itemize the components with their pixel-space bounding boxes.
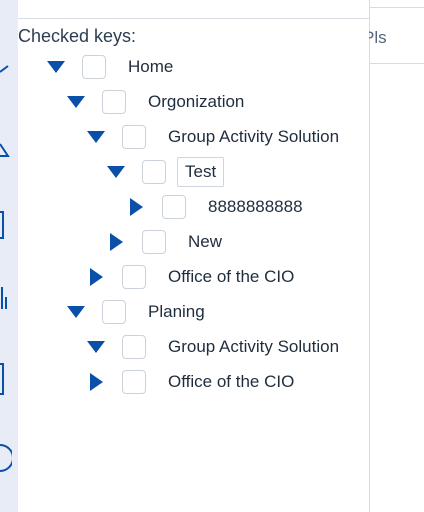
tree-node-office-of-the-cio[interactable]: Office of the CIO	[86, 262, 294, 292]
chart-icon[interactable]	[0, 285, 12, 311]
left-icon-rail	[0, 0, 18, 512]
tree-node-group-activity-solution[interactable]: Group Activity Solution	[86, 332, 339, 362]
tree-node-label[interactable]: 8888888888	[208, 197, 303, 217]
tree-node-office-of-the-cio[interactable]: Office of the CIO	[86, 367, 294, 397]
tree-node-new[interactable]: New	[106, 227, 222, 257]
tree-node-test[interactable]: Test	[106, 157, 225, 187]
tree-node-8888888888[interactable]: 8888888888	[126, 192, 303, 222]
divider	[370, 7, 424, 8]
tree-node-label[interactable]: Orgonization	[148, 92, 244, 112]
tree-node-label[interactable]: Group Activity Solution	[168, 337, 339, 357]
tree-checkbox[interactable]	[102, 90, 126, 114]
caret-right-icon[interactable]	[86, 267, 106, 287]
tree-node-home[interactable]: Home	[46, 52, 173, 82]
panel-icon[interactable]	[0, 362, 12, 396]
tree-checkbox[interactable]	[122, 335, 146, 359]
tree-checkbox[interactable]	[122, 370, 146, 394]
tree-panel: Checked keys: Home Orgonization Group Ac…	[18, 0, 369, 512]
warning-icon[interactable]	[0, 142, 12, 158]
caret-down-icon[interactable]	[66, 92, 86, 112]
caret-down-icon[interactable]	[86, 127, 106, 147]
tree-checkbox[interactable]	[142, 230, 166, 254]
caret-right-icon[interactable]	[126, 197, 146, 217]
caret-right-icon[interactable]	[86, 372, 106, 392]
tree-node-group-activity-solution[interactable]: Group Activity Solution	[86, 122, 339, 152]
tree-node-label[interactable]: Home	[128, 57, 173, 77]
caret-down-icon[interactable]	[66, 302, 86, 322]
tree-checkbox[interactable]	[162, 195, 186, 219]
caret-down-icon[interactable]	[106, 162, 126, 182]
tree-node-label[interactable]: New	[188, 232, 222, 252]
caret-down-icon[interactable]	[86, 337, 106, 357]
tree-checkbox[interactable]	[82, 55, 106, 79]
tree-node-label[interactable]: Office of the CIO	[168, 267, 294, 287]
tree-checkbox[interactable]	[122, 265, 146, 289]
divider	[370, 63, 424, 64]
tree-node-label[interactable]: Group Activity Solution	[168, 127, 339, 147]
tree-node-orgonization[interactable]: Orgonization	[66, 87, 244, 117]
tree-node-label[interactable]: Planing	[148, 302, 205, 322]
document-icon[interactable]	[0, 210, 12, 240]
tree-node-label-selected[interactable]: Test	[177, 157, 225, 187]
info-icon[interactable]	[0, 443, 12, 473]
tree-checkbox[interactable]	[122, 125, 146, 149]
tree-node-planing[interactable]: Planing	[66, 297, 205, 327]
divider	[18, 18, 369, 19]
caret-down-icon[interactable]	[46, 57, 66, 77]
caret-right-icon[interactable]	[106, 232, 126, 252]
tree-node-label[interactable]: Office of the CIO	[168, 372, 294, 392]
checked-keys-label: Checked keys:	[18, 26, 137, 46]
background-pane: Pls	[363, 0, 424, 512]
edit-icon[interactable]	[0, 62, 12, 74]
tree-checkbox[interactable]	[142, 160, 166, 184]
tree-checkbox[interactable]	[102, 300, 126, 324]
